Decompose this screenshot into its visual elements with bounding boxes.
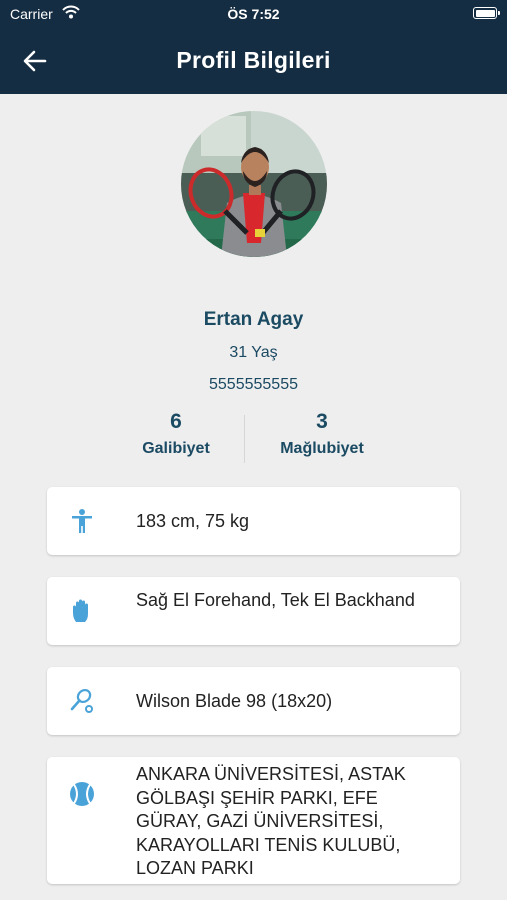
nav-bar: Profil Bilgileri [0, 28, 507, 94]
person-icon [69, 508, 95, 534]
battery-icon [473, 7, 500, 19]
playing-style-text: Sağ El Forehand, Tek El Backhand [136, 590, 415, 610]
tennis-ball-icon [69, 781, 95, 807]
detail-card-courts: ANKARA ÜNİVERSİTESİ, ASTAK GÖLBAŞI ŞEHİR… [47, 757, 460, 884]
wins-stat: 6 Galibiyet [101, 410, 251, 458]
losses-label: Mağlubiyet [280, 440, 364, 457]
hand-icon [69, 598, 95, 624]
losses-stat: 3 Mağlubiyet [247, 410, 397, 458]
courts-text: ANKARA ÜNİVERSİTESİ, ASTAK GÖLBAŞI ŞEHİR… [136, 764, 406, 878]
stats-divider [244, 415, 245, 463]
avatar [181, 111, 327, 257]
status-bar: Carrier ÖS 7:52 [0, 0, 507, 28]
player-name: Ertan Agay [203, 309, 304, 330]
page-title: Profil Bilgileri [176, 47, 331, 73]
losses-count: 3 [316, 410, 328, 433]
detail-card-racket: Wilson Blade 98 (18x20) [47, 667, 460, 735]
detail-card-hand: Sağ El Forehand, Tek El Backhand [47, 577, 460, 645]
player-phone[interactable]: 5555555555 [0, 376, 507, 394]
wins-count: 6 [170, 410, 182, 433]
racket-text: Wilson Blade 98 (18x20) [136, 691, 333, 711]
wins-label: Galibiyet [142, 440, 210, 457]
player-age: 31 Yaş [229, 344, 278, 361]
detail-card-body: 183 cm, 75 kg [47, 487, 460, 555]
body-info-text: 183 cm, 75 kg [136, 511, 250, 531]
racket-icon [69, 688, 95, 714]
clock: ÖS 7:52 [227, 6, 280, 22]
